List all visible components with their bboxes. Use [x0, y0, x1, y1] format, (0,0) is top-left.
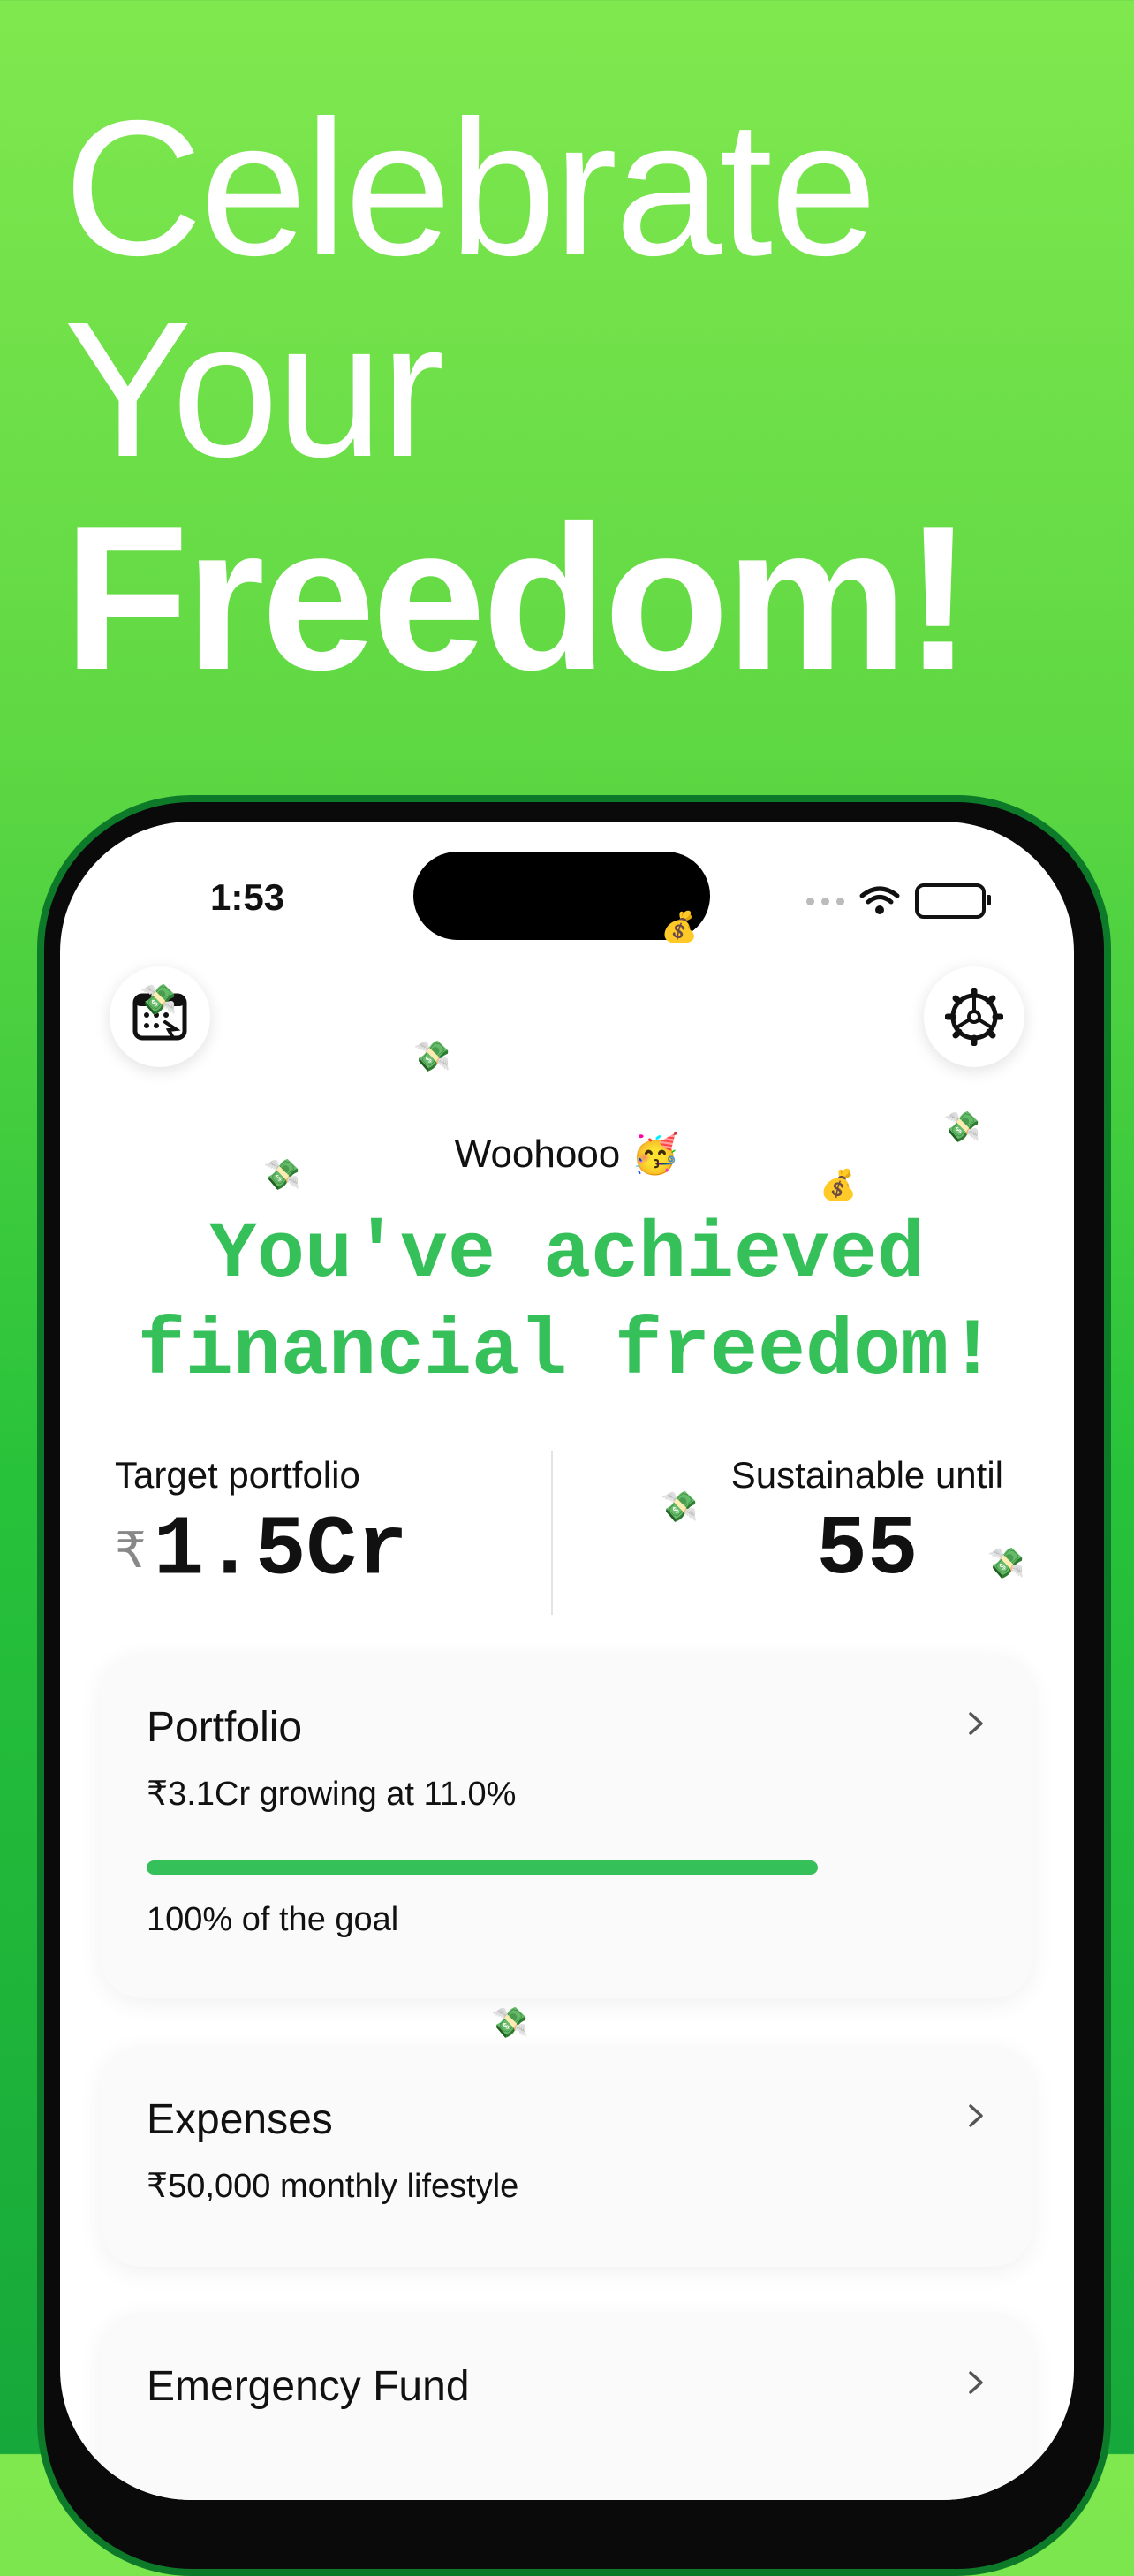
target-portfolio-stat: Target portfolio ₹1.5Cr	[115, 1454, 408, 1599]
gear-icon	[945, 988, 1003, 1046]
sustainable-until-stat: Sustainable until 55	[731, 1454, 1003, 1599]
signal-icon	[806, 897, 844, 905]
chevron-right-icon	[969, 2104, 983, 2127]
portfolio-card[interactable]: Portfolio ₹3.1Cr growing at 11.0% 100% o…	[101, 1654, 1033, 1998]
money-emoji: 💸	[140, 983, 178, 1017]
headline-line-3: Freedom!	[64, 484, 972, 713]
settings-button[interactable]	[924, 966, 1024, 1067]
portfolio-card-title: Portfolio	[147, 1704, 303, 1751]
target-portfolio-amount: 1.5Cr	[153, 1502, 408, 1599]
currency-symbol: ₹	[115, 1522, 147, 1578]
expenses-card-title: Expenses	[147, 2096, 333, 2143]
battery-icon	[915, 883, 991, 919]
portfolio-card-subtitle: ₹3.1Cr growing at 11.0%	[147, 1776, 517, 1813]
status-icons	[806, 883, 991, 919]
chevron-right-icon	[969, 2371, 983, 2394]
emergency-fund-card[interactable]: Emergency Fund	[101, 2313, 1033, 2500]
money-emoji: 💸	[413, 1040, 451, 1073]
greeting-text: Woohooo 🥳	[454, 1133, 680, 1176]
marketing-headline: Celebrate Your Freedom!	[64, 81, 972, 713]
headline-line-2: Your	[64, 283, 444, 497]
target-portfolio-value: ₹1.5Cr	[115, 1502, 408, 1599]
sustainable-until-label: Sustainable until	[730, 1454, 1003, 1496]
expenses-card-subtitle: ₹50,000 monthly lifestyle	[147, 2168, 519, 2205]
stats-divider	[551, 1451, 553, 1615]
headline-line-1: Celebrate	[64, 81, 877, 296]
money-emoji: 💸	[491, 2006, 529, 2040]
portfolio-progress-bar	[147, 1860, 818, 1875]
app-screen: 1:53 💸 💸 💸 💸 💰 💰 💸 💸 💸 Woohooo 🥳 You've …	[60, 822, 1074, 2500]
achievement-message: You've achieved financial freedom!	[137, 1210, 997, 1398]
status-time: 1:53	[210, 876, 285, 918]
expenses-card[interactable]: Expenses ₹50,000 monthly lifestyle	[101, 2046, 1033, 2267]
emergency-fund-card-title: Emergency Fund	[147, 2363, 470, 2410]
wifi-icon	[859, 886, 900, 914]
portfolio-progress-label: 100% of the goal	[147, 1901, 399, 1938]
money-bag-emoji: 💰	[661, 911, 699, 944]
target-portfolio-label: Target portfolio	[115, 1454, 360, 1496]
stats-row: Target portfolio ₹1.5Cr Sustainable unti…	[60, 1451, 1074, 1622]
chevron-right-icon	[969, 1712, 983, 1735]
portfolio-progress-fill	[147, 1860, 818, 1875]
sustainable-until-value: 55	[816, 1502, 919, 1598]
